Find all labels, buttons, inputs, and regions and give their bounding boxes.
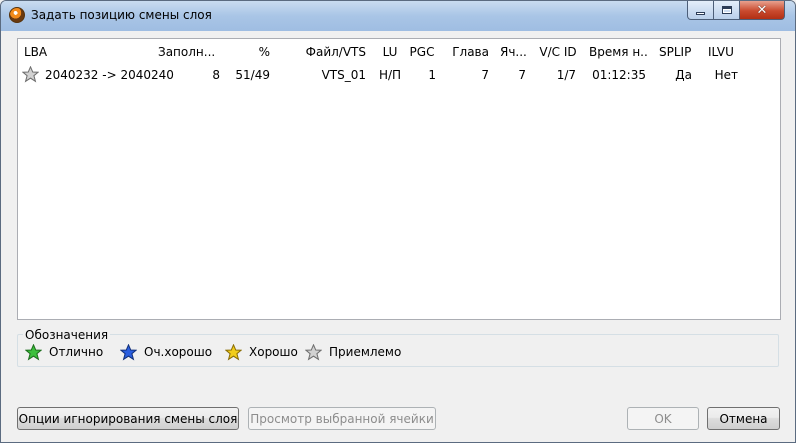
cell-chapter[interactable]: 7 <box>442 66 489 84</box>
cell-vc-id[interactable]: 1/7 <box>534 66 576 84</box>
column-header-ilvu[interactable]: ILVU <box>708 42 748 62</box>
cancel-button[interactable]: Отмена <box>707 407 780 430</box>
column-header-pgc[interactable]: PGC <box>406 42 438 62</box>
column-header-percent[interactable]: % <box>224 42 270 62</box>
star-yellow-icon <box>225 343 242 360</box>
star-blue-icon <box>120 343 137 360</box>
column-header-time[interactable]: Время н... <box>589 42 649 62</box>
legend-item-acceptable: Приемлемо <box>305 343 401 361</box>
minimize-button[interactable] <box>687 1 714 20</box>
cell-ilvu[interactable]: Нет <box>704 66 738 84</box>
column-header-lu[interactable]: LU <box>374 42 406 62</box>
cell-file-vts[interactable]: VTS_01 <box>274 66 366 84</box>
layer-break-list[interactable]: LBA Заполн... % Файл/VTS LU PGC Глава Яч… <box>17 38 781 320</box>
column-header-chapter[interactable]: Глава <box>442 42 489 62</box>
maximize-icon <box>721 6 732 14</box>
cell-lba[interactable]: 2040232 -> 2040240 <box>45 66 174 84</box>
app-icon[interactable] <box>9 7 25 23</box>
cell-time[interactable]: 01:12:35 <box>584 66 646 84</box>
legend-label: Приемлемо <box>329 345 402 359</box>
cell-percent[interactable]: 51/49 <box>224 66 270 84</box>
cell-fill[interactable]: 8 <box>168 66 220 84</box>
legend-item-very-good: Оч.хорошо <box>120 343 212 361</box>
column-header-vc-id[interactable]: V/C ID <box>534 42 582 62</box>
column-header-fill[interactable]: Заполн... <box>158 42 220 62</box>
legend-item-good: Хорошо <box>225 343 298 361</box>
close-icon: ✕ <box>756 2 768 18</box>
column-header-file-vts[interactable]: Файл/VTS <box>274 42 366 62</box>
legend-title: Обозначения <box>23 328 111 342</box>
dialog-window: Задать позицию смены слоя ✕ LBA Заполн..… <box>0 0 796 443</box>
legend-label: Оч.хорошо <box>144 345 213 359</box>
ignore-options-button[interactable]: Опции игнорирования смены слоя <box>17 407 239 430</box>
column-header-lba[interactable]: LBA <box>24 42 154 62</box>
star-gray-icon <box>305 343 322 360</box>
cell-splip[interactable]: Да <box>658 66 692 84</box>
star-gray-icon <box>21 65 40 83</box>
cell-lu[interactable]: Н/П <box>372 66 408 84</box>
star-green-icon <box>25 343 42 360</box>
column-header-splip[interactable]: SPLIP <box>659 42 699 62</box>
maximize-button[interactable] <box>713 1 740 20</box>
window-title: Задать позицию смены слоя <box>31 8 212 22</box>
cell-cell[interactable]: 7 <box>496 66 526 84</box>
cell-pgc[interactable]: 1 <box>408 66 436 84</box>
minimize-icon <box>696 12 705 15</box>
legend-label: Хорошо <box>249 345 298 359</box>
column-header-cell[interactable]: Яч... <box>500 42 530 62</box>
title-bar[interactable]: Задать позицию смены слоя ✕ <box>1 1 795 31</box>
table-row[interactable] <box>21 65 40 84</box>
close-button[interactable]: ✕ <box>739 1 785 20</box>
ok-button[interactable]: OK <box>627 407 699 430</box>
legend-item-excellent: Отлично <box>25 343 103 361</box>
preview-cell-button[interactable]: Просмотр выбранной ячейки <box>248 407 436 430</box>
legend-label: Отлично <box>49 345 104 359</box>
